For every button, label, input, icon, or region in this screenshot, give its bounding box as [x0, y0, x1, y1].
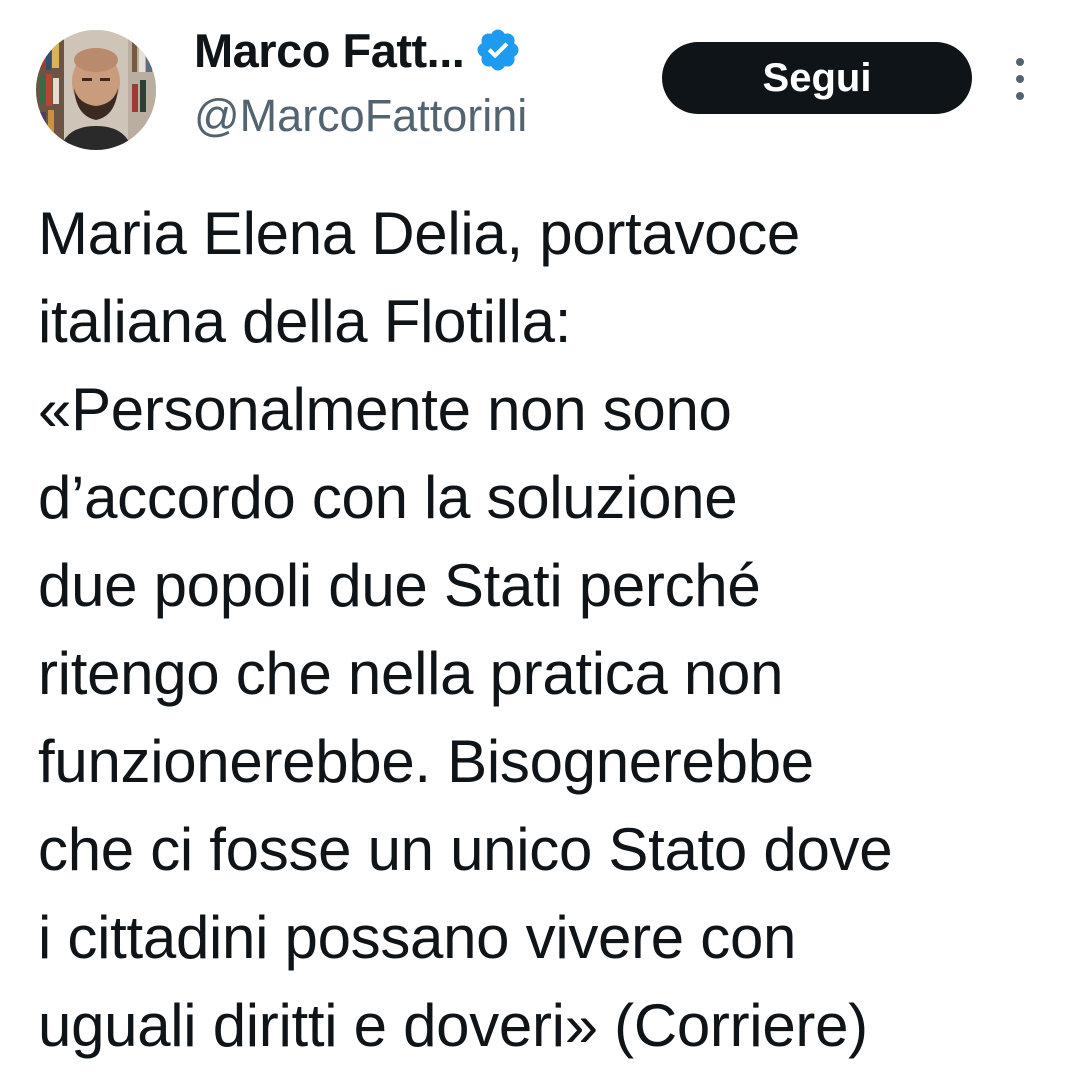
display-name-row[interactable]: Marco Fatt... — [194, 20, 522, 80]
tweet-card: Marco Fatt... @MarcoFattorini Segui Mari… — [0, 0, 1080, 1086]
tweet-text-line: che ci fosse un unico Stato dove — [38, 816, 893, 883]
tweet-header: Marco Fatt... @MarcoFattorini Segui — [0, 0, 1080, 170]
more-options-button[interactable] — [1004, 54, 1036, 104]
tweet-text-line: ritengo che nella pratica non — [38, 640, 784, 707]
display-name[interactable]: Marco Fatt... — [194, 23, 465, 78]
vertical-ellipsis-icon — [1016, 58, 1024, 100]
tweet-text-line: italiana della Flotilla: — [38, 288, 572, 355]
tweet-text: Maria Elena Delia, portavoce italiana de… — [38, 190, 1058, 1070]
tweet-text-line: Maria Elena Delia, portavoce — [38, 200, 800, 267]
verified-badge-icon[interactable] — [474, 26, 522, 74]
tweet-text-line: «Personalmente non sono — [38, 376, 732, 443]
tweet-text-line: i cittadini possano vivere con — [38, 904, 797, 971]
tweet-text-line: funzionerebbe. Bisognerebbe — [38, 728, 814, 795]
tweet-text-line: uguali diritti e doveri» (Corriere) — [38, 992, 868, 1059]
tweet-text-line: d’accordo con la soluzione — [38, 464, 738, 531]
tweet-text-line: due popoli due Stati perché — [38, 552, 761, 619]
follow-button[interactable]: Segui — [662, 42, 972, 114]
user-photo-icon — [36, 30, 156, 150]
user-handle[interactable]: @MarcoFattorini — [194, 90, 527, 142]
avatar[interactable] — [36, 30, 156, 150]
